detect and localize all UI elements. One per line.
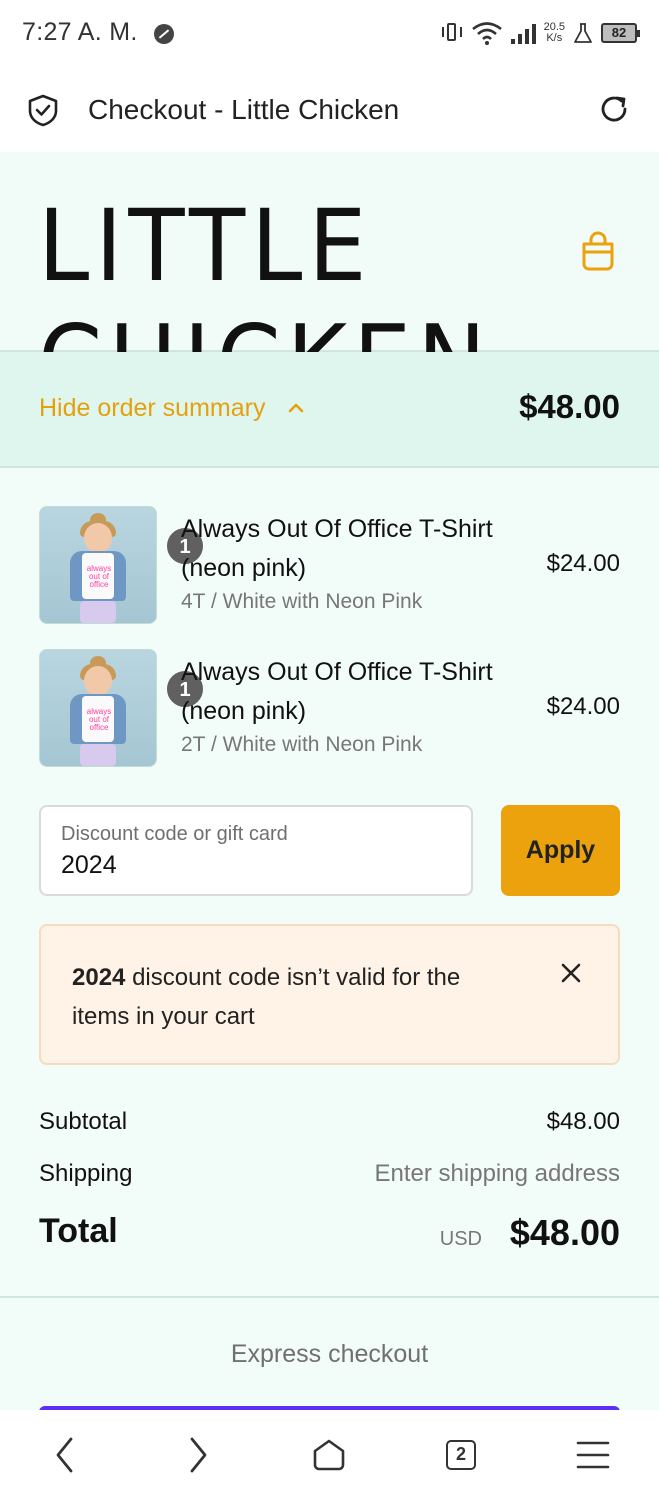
do-not-disturb-icon	[154, 24, 174, 44]
chevron-up-icon[interactable]	[286, 400, 306, 416]
item-price: $24.00	[546, 693, 620, 720]
item-title: Always Out Of Office T-Shirt (neon pink)	[181, 658, 493, 725]
wifi-icon	[471, 22, 502, 45]
shield-check-icon[interactable]	[26, 93, 60, 127]
item-title: Always Out Of Office T-Shirt (neon pink)	[181, 515, 493, 582]
shirt-print: always out of office	[86, 564, 112, 589]
store-header: LITTLE CHICKEN	[0, 152, 659, 419]
shipping-value: Enter shipping address	[374, 1160, 620, 1187]
discount-error-banner: 2024 discount code isn’t valid for the i…	[39, 924, 620, 1065]
error-message: 2024 discount code isn’t valid for the i…	[72, 958, 522, 1036]
product-thumbnail: always out of office 1	[39, 649, 205, 767]
chevron-right-icon	[190, 1437, 207, 1473]
hamburger-menu-icon	[576, 1441, 610, 1469]
express-checkout: Express checkout	[0, 1298, 659, 1412]
hide-order-summary-link[interactable]: Hide order summary	[39, 394, 265, 423]
total-label: Total	[39, 1212, 118, 1250]
total-currency: USD	[439, 1228, 482, 1250]
back-button[interactable]	[40, 1430, 90, 1480]
shipping-label: Shipping	[39, 1160, 133, 1187]
summary-total: $48.00	[519, 388, 620, 425]
close-icon[interactable]	[560, 962, 582, 984]
discount-code-input[interactable]: Discount code or gift card 2024	[39, 805, 473, 896]
battery-icon: 82	[601, 23, 640, 43]
subtotal-label: Subtotal	[39, 1108, 128, 1135]
home-button[interactable]	[304, 1430, 354, 1480]
item-price: $24.00	[546, 550, 620, 577]
browser-bar: Checkout - Little Chicken	[0, 68, 659, 152]
subtotal-value: $48.00	[546, 1108, 620, 1135]
order-summary: always out of office 1 Always Out Of Off…	[0, 468, 659, 1298]
signal-icon	[510, 22, 536, 44]
shopping-bag-icon[interactable]	[580, 230, 616, 272]
menu-button[interactable]	[568, 1430, 618, 1480]
chevron-left-icon	[56, 1437, 73, 1473]
line-item: always out of office 1 Always Out Of Off…	[0, 611, 659, 767]
error-message-text: discount code isn’t valid for the items …	[72, 964, 461, 1030]
error-code: 2024	[72, 964, 126, 991]
express-checkout-label: Express checkout	[230, 1340, 429, 1368]
status-icons: 20.5 K/s 82	[441, 18, 640, 48]
reload-icon[interactable]	[597, 92, 631, 126]
total-value: $48.00	[509, 1212, 620, 1253]
page-title: Checkout - Little Chicken	[88, 94, 400, 125]
tabs-count-icon: 2	[446, 1440, 476, 1470]
line-item: always out of office 1 Always Out Of Off…	[0, 468, 659, 624]
status-bar: 7:27 A. M. 20.5 K/s 82	[0, 0, 659, 68]
forward-button[interactable]	[173, 1430, 223, 1480]
product-thumbnail: always out of office 1	[39, 506, 205, 624]
network-speed: 20.5 K/s	[543, 21, 565, 44]
discount-field-label: Discount code or gift card	[61, 823, 288, 845]
discount-field-value[interactable]: 2024	[61, 851, 117, 880]
vibrate-icon	[441, 21, 463, 45]
home-icon	[313, 1439, 345, 1471]
order-summary-toggle[interactable]: Hide order summary $48.00	[0, 352, 659, 468]
status-time: 7:27 A. M.	[22, 18, 138, 46]
flask-icon	[574, 23, 592, 43]
browser-nav-bar: 2	[0, 1410, 659, 1500]
tabs-button[interactable]: 2	[436, 1430, 486, 1480]
shirt-print: always out of office	[86, 707, 112, 732]
apply-button[interactable]: Apply	[501, 805, 620, 896]
item-variant: 2T / White with Neon Pink	[181, 733, 423, 756]
